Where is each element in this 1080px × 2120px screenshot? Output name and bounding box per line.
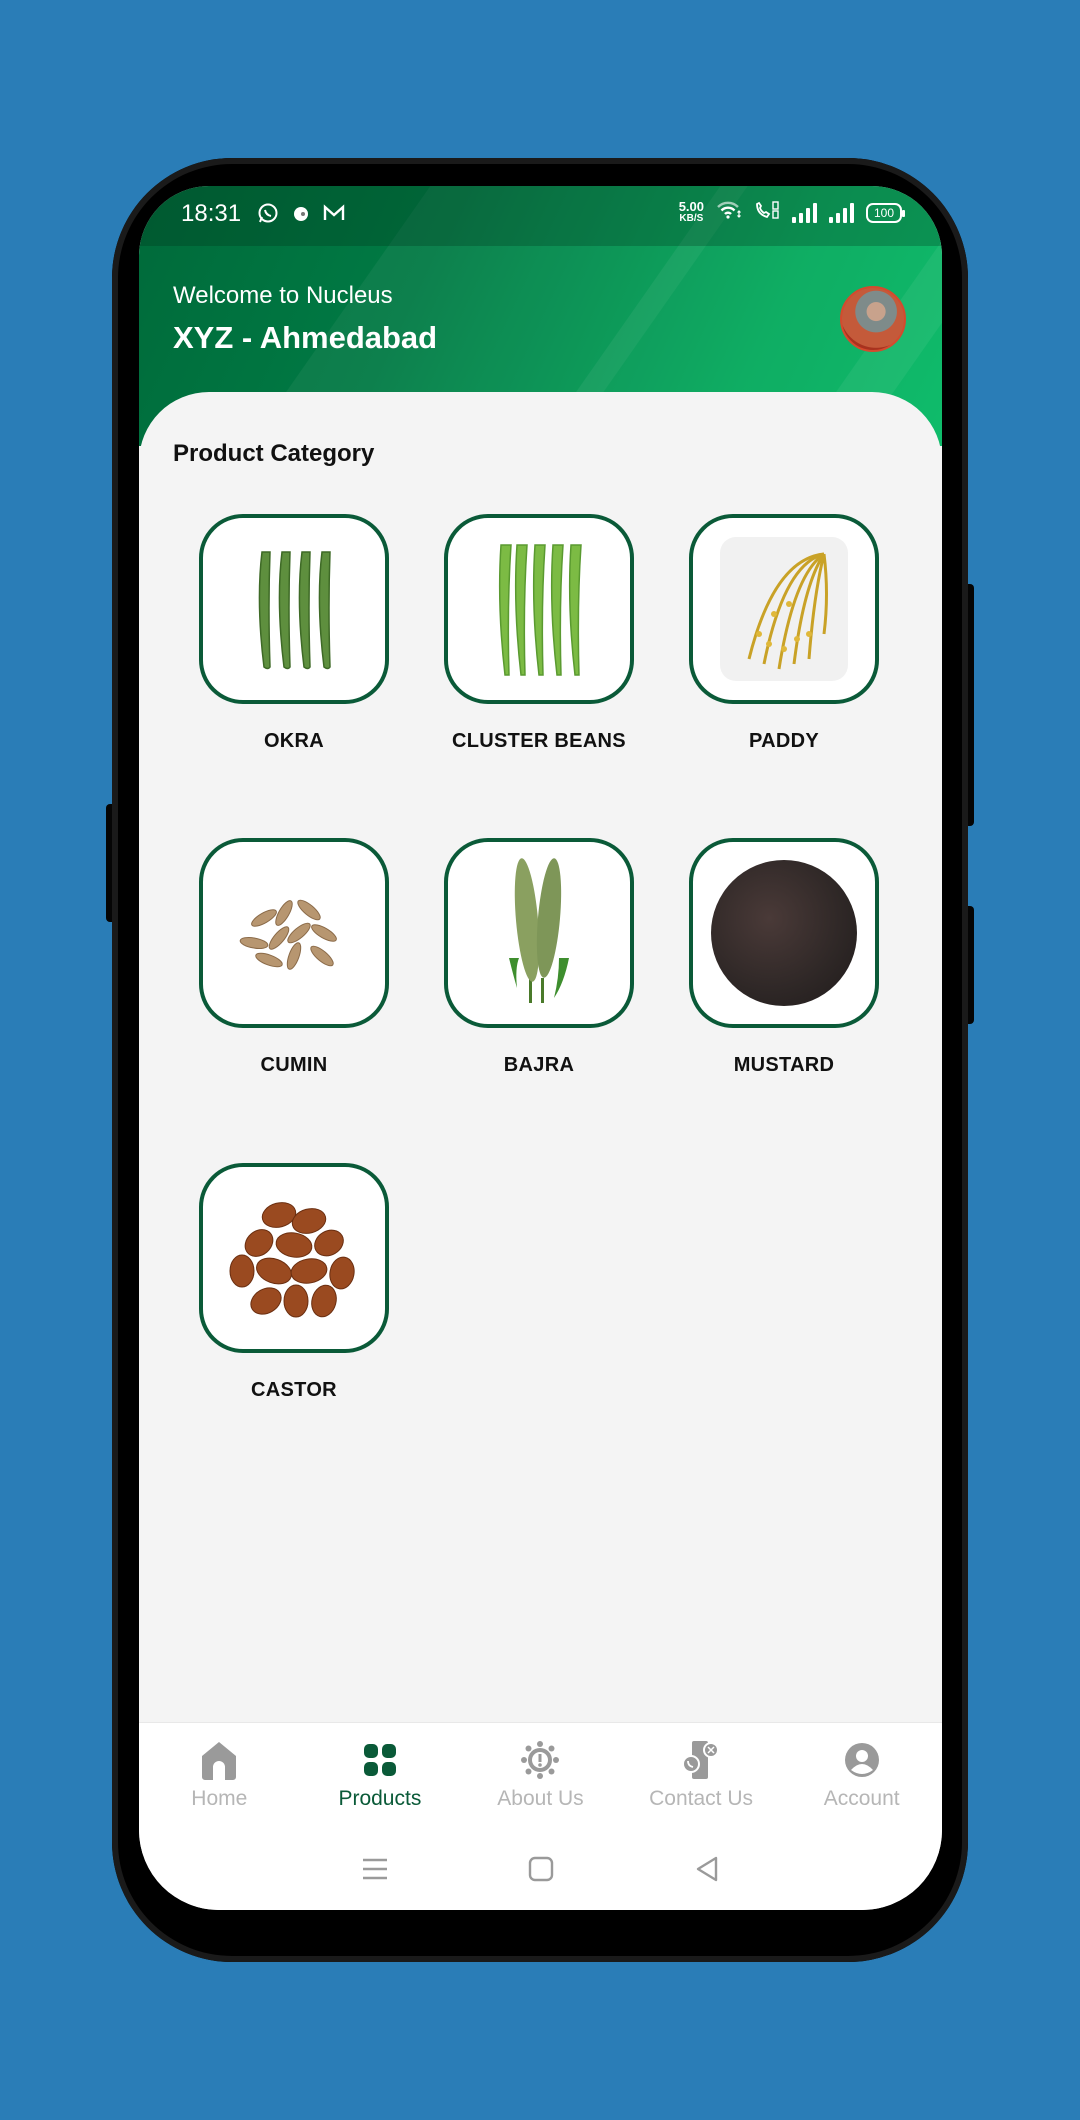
- product-label: PADDY: [748, 730, 820, 752]
- whatsapp-icon: [257, 202, 279, 230]
- wifi-icon: [716, 200, 742, 225]
- mustard-image: [689, 838, 879, 1028]
- system-navigation-bar: [139, 1832, 942, 1910]
- product-label: CUMIN: [260, 1054, 328, 1076]
- nav-item-home[interactable]: Home: [139, 1723, 300, 1832]
- product-label: OKRA: [263, 730, 325, 752]
- notification-dot-icon: [293, 204, 309, 228]
- bottom-navigation: Home Products About Us Contact Us Accoun…: [139, 1722, 942, 1832]
- paddy-image: [689, 514, 879, 704]
- grid-icon: [359, 1739, 401, 1781]
- nav-label: Home: [191, 1787, 248, 1810]
- castor-image: [199, 1163, 389, 1353]
- product-label: CLUSTER BEANS: [452, 730, 626, 752]
- product-content: Product Category OKRA CLUSTER BEANS PADD…: [139, 392, 942, 1722]
- cluster-beans-image: [444, 514, 634, 704]
- home-icon: [198, 1739, 240, 1781]
- nav-label: Account: [823, 1787, 900, 1810]
- product-label: MUSTARD: [733, 1054, 835, 1076]
- contact-phone-icon: [680, 1739, 722, 1781]
- product-tile-castor[interactable]: CASTOR: [194, 1163, 394, 1423]
- product-tile-cluster-beans[interactable]: CLUSTER BEANS: [439, 514, 639, 774]
- product-tile-bajra[interactable]: BAJRA: [439, 838, 639, 1098]
- signal-strength-icon-1: [792, 202, 817, 223]
- okra-image: [199, 514, 389, 704]
- nav-label: Contact Us: [649, 1787, 754, 1810]
- cumin-image: [199, 838, 389, 1028]
- product-tile-mustard[interactable]: MUSTARD: [684, 838, 884, 1098]
- home-button-icon[interactable]: [528, 1856, 554, 1887]
- screen: 18:31 5.00 KB/S 100 Welcome to Nucleus X…: [139, 186, 942, 1910]
- network-speed: 5.00 KB/S: [678, 198, 704, 224]
- status-time: 18:31: [181, 200, 242, 227]
- recent-apps-icon[interactable]: [362, 1857, 388, 1886]
- account-icon: [841, 1739, 883, 1781]
- bajra-image: [444, 838, 634, 1028]
- nav-label: Products: [338, 1787, 422, 1810]
- product-label: BAJRA: [503, 1054, 575, 1076]
- welcome-text: Welcome to Nucleus: [173, 282, 393, 309]
- avatar[interactable]: [840, 286, 906, 352]
- nav-item-contact-us[interactable]: Contact Us: [621, 1723, 782, 1832]
- back-icon[interactable]: [694, 1856, 720, 1887]
- gmail-icon: [323, 204, 345, 228]
- product-tile-paddy[interactable]: PADDY: [684, 514, 884, 774]
- nav-label: About Us: [497, 1787, 584, 1810]
- product-label: CASTOR: [251, 1379, 337, 1401]
- nav-item-about-us[interactable]: About Us: [460, 1723, 621, 1832]
- nav-item-products[interactable]: Products: [300, 1723, 461, 1832]
- company-name: XYZ - Ahmedabad: [173, 320, 438, 355]
- product-tile-cumin[interactable]: CUMIN: [194, 838, 394, 1098]
- volte-call-icon: [754, 200, 780, 225]
- status-bar: 18:31 5.00 KB/S 100: [139, 186, 942, 246]
- section-title: Product Category: [173, 440, 375, 467]
- product-tile-okra[interactable]: OKRA: [194, 514, 394, 774]
- signal-strength-icon-2: [829, 202, 854, 223]
- battery-icon: 100: [866, 202, 905, 223]
- nav-item-account[interactable]: Account: [781, 1723, 942, 1832]
- info-gear-icon: [519, 1739, 561, 1781]
